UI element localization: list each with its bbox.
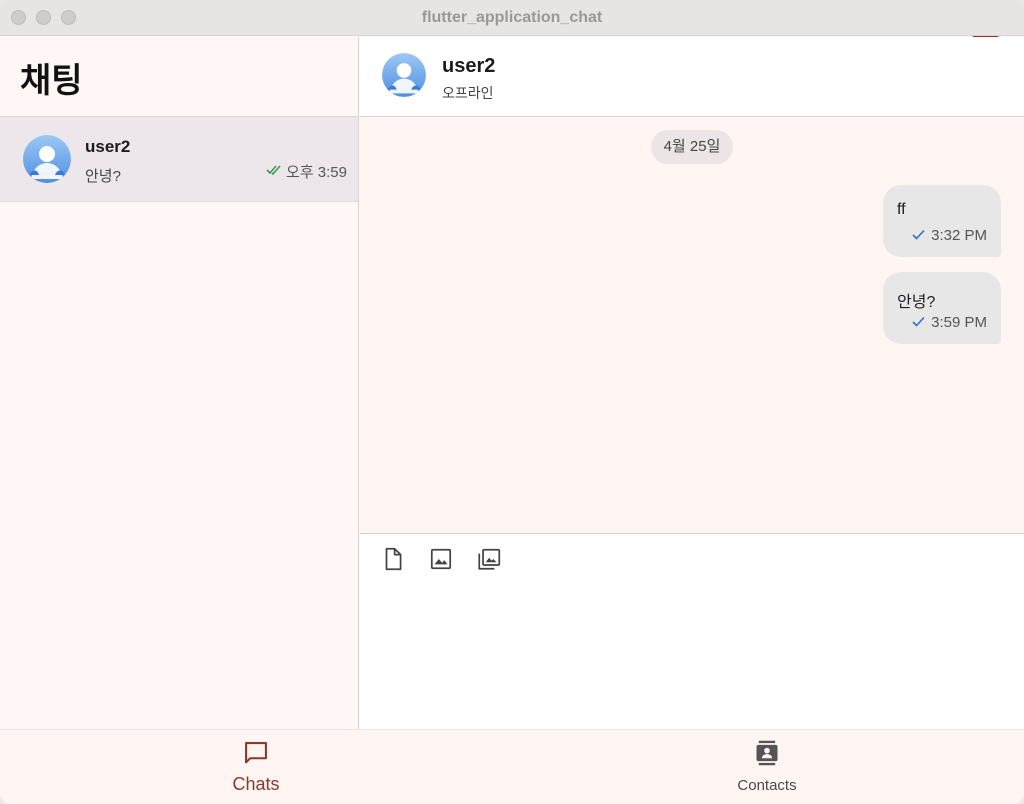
message-bubble[interactable]: 안녕? 3:59 PM (883, 272, 1001, 344)
message-list[interactable]: 4월 25일 ff 3:32 PM 안녕? 3:59 PM (360, 118, 1024, 533)
avatar[interactable] (382, 53, 426, 97)
message-meta: 3:59 PM (912, 314, 987, 331)
chat-bubble-icon (242, 739, 270, 767)
chat-list-header: 채팅 (0, 37, 358, 117)
avatar (23, 135, 71, 183)
chat-list-pane: 채팅 user2 안녕? 오후 3:59 (0, 37, 359, 729)
message-meta: 3:32 PM (912, 227, 987, 244)
presence-status: 오프라인 (442, 85, 494, 101)
chat-last-message: 안녕? (85, 168, 121, 185)
bottom-navigation-bar: Chats Contacts (0, 729, 1024, 804)
message-composer[interactable] (360, 533, 1024, 729)
message-time: 3:32 PM (931, 227, 987, 244)
conversation-header: user2 오프라인 (360, 37, 1024, 117)
date-separator: 4월 25일 (651, 130, 733, 164)
chat-contact-name: user2 (85, 137, 131, 156)
gallery-icon[interactable] (476, 546, 502, 572)
nav-label-contacts: Contacts (737, 777, 797, 794)
message-time: 3:59 PM (931, 314, 987, 331)
file-icon[interactable] (380, 546, 406, 572)
image-icon[interactable] (428, 546, 454, 572)
app-window: flutter_application_chat DEBUG 채팅 (0, 0, 1024, 804)
nav-label-chats: Chats (232, 774, 280, 794)
chat-list-item[interactable]: user2 안녕? 오후 3:59 (0, 117, 358, 202)
contacts-icon (753, 739, 781, 767)
check-icon (912, 227, 925, 244)
window-title: flutter_application_chat (421, 9, 603, 26)
page-title: 채팅 (20, 62, 83, 100)
message-bubble[interactable]: ff 3:32 PM (883, 185, 1001, 257)
nav-item-contacts[interactable]: Contacts (692, 730, 842, 804)
conversation-contact-name: user2 (442, 55, 496, 77)
chat-time-label: 오후 3:59 (286, 164, 347, 181)
chat-time: 오후 3:59 (266, 161, 347, 182)
check-icon (912, 314, 925, 331)
message-text: 안녕? (897, 294, 936, 311)
double-check-icon (266, 163, 282, 180)
conversation-pane: user2 오프라인 4월 25일 ff 3:32 PM 안녕? 3:59 PM (360, 37, 1024, 729)
nav-item-chats[interactable]: Chats (181, 730, 331, 804)
title-bar[interactable]: flutter_application_chat (0, 0, 1024, 36)
message-text: ff (897, 201, 906, 218)
